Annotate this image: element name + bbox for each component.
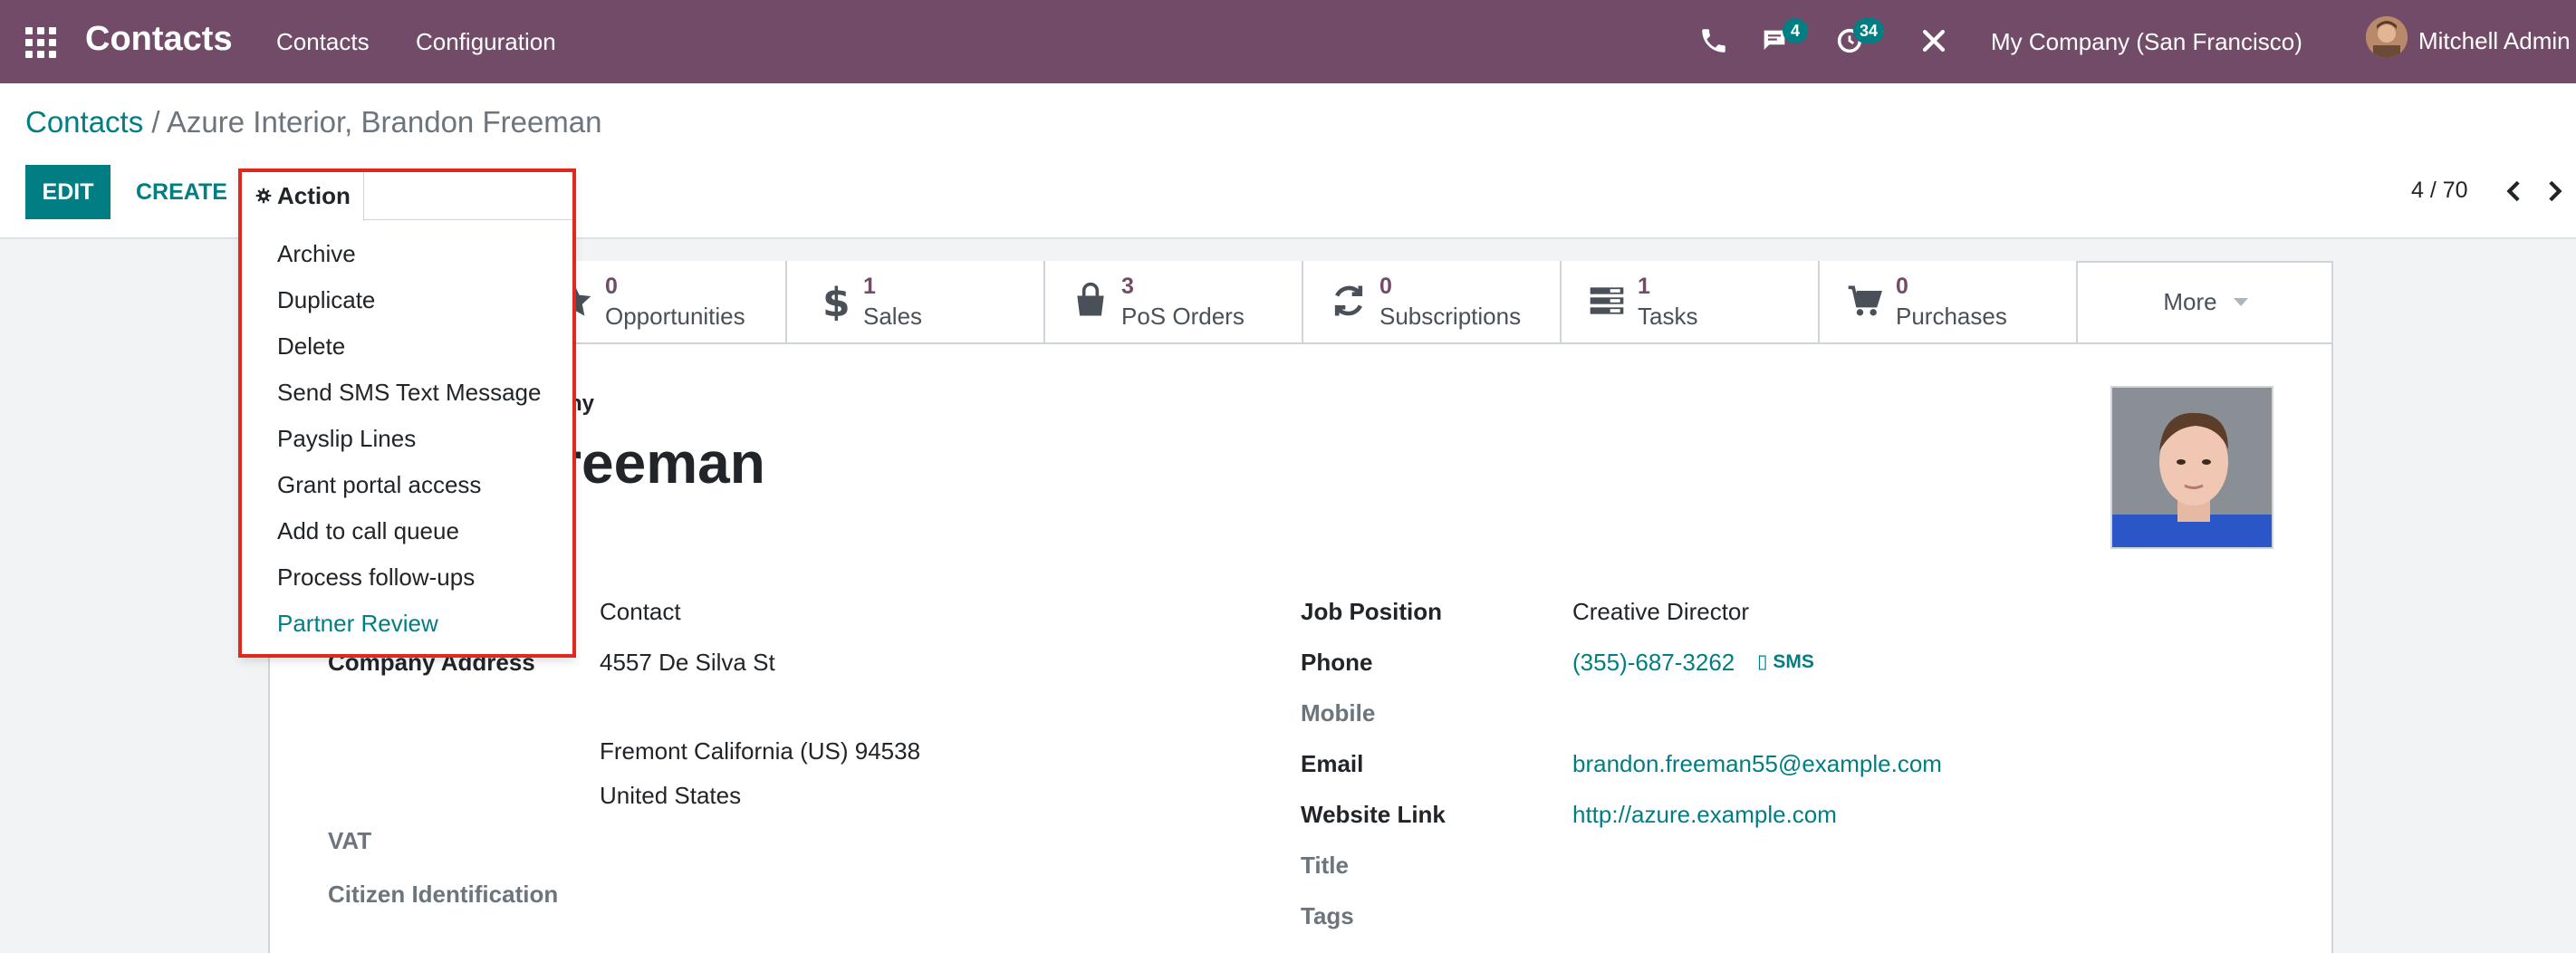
menu-item-send-sms[interactable]: Send SMS Text Message xyxy=(277,379,541,407)
tags-label: Tags xyxy=(1301,902,1354,929)
activities-badge: 34 xyxy=(1853,18,1885,43)
app-name[interactable]: Contacts xyxy=(85,20,233,59)
subscriptions-label: Subscriptions xyxy=(1379,303,1522,330)
user-avatar[interactable] xyxy=(2366,16,2408,58)
company-switcher[interactable]: My Company (San Francisco) xyxy=(1991,28,2302,56)
svg-text:$: $ xyxy=(822,281,851,321)
tasks-icon xyxy=(1590,287,1624,314)
job-position-label: Job Position xyxy=(1301,598,1442,625)
gear-icon xyxy=(255,188,272,204)
opportunities-count: 0 xyxy=(605,274,618,299)
tasks-label: Tasks xyxy=(1638,303,1698,330)
website-link-label: Website Link xyxy=(1301,801,1446,828)
email-label: Email xyxy=(1301,750,1364,777)
subscriptions-smart-button[interactable]: 0 Subscriptions xyxy=(1302,261,1560,342)
menu-item-payslip-lines[interactable]: Payslip Lines xyxy=(277,425,416,453)
website-link-value[interactable]: http://azure.example.com xyxy=(1572,801,1837,829)
mobile-label: Mobile xyxy=(1301,699,1376,727)
tools-icon[interactable] xyxy=(1918,25,1949,56)
caret-down-icon xyxy=(2233,297,2248,306)
opportunities-label: Opportunities xyxy=(605,303,745,330)
menu-item-archive[interactable]: Archive xyxy=(277,240,356,268)
pager-previous-icon[interactable] xyxy=(2502,178,2527,205)
send-sms-button[interactable]: ▯ SMS xyxy=(1757,650,1814,673)
sales-smart-button[interactable]: $ 1 Sales xyxy=(785,261,1043,342)
menu-item-partner-review[interactable]: Partner Review xyxy=(277,610,438,638)
action-label: Action xyxy=(277,181,351,209)
street-value[interactable]: 4557 De Silva St xyxy=(600,649,775,677)
purchases-count: 0 xyxy=(1896,274,1908,299)
citizen-identification-label: Citizen Identification xyxy=(328,881,559,908)
purchases-smart-button[interactable]: 0 Purchases xyxy=(1818,261,2076,342)
dollar-icon: $ xyxy=(822,281,851,321)
country-value[interactable]: United States xyxy=(600,782,741,810)
dropdown-divider xyxy=(364,219,573,220)
menu-item-duplicate[interactable]: Duplicate xyxy=(277,286,375,314)
purchases-label: Purchases xyxy=(1896,303,2007,330)
city-state-zip-value[interactable]: Fremont California (US) 94538 xyxy=(600,737,920,765)
smart-button-box: 0 Opportunities $ 1 Sales 3 PoS Orders 0… xyxy=(268,261,2333,344)
vat-label: VAT xyxy=(328,827,372,854)
shopping-bag-icon xyxy=(1077,282,1104,316)
breadcrumb-separator: / xyxy=(143,105,167,139)
top-navbar: Contacts Contacts Configuration 4 34 My … xyxy=(0,0,2576,83)
email-value[interactable]: brandon.freeman55@example.com xyxy=(1572,750,1942,778)
more-label: More xyxy=(2163,287,2217,315)
menu-item-add-to-call-queue[interactable]: Add to call queue xyxy=(277,517,459,545)
breadcrumb-contacts-link[interactable]: Contacts xyxy=(25,105,143,139)
more-button[interactable]: More xyxy=(2076,261,2333,342)
menu-configuration[interactable]: Configuration xyxy=(416,28,556,56)
tasks-smart-button[interactable]: 1 Tasks xyxy=(1560,261,1818,342)
breadcrumb-current: Azure Interior, Brandon Freeman xyxy=(166,105,602,139)
refresh-icon xyxy=(1334,285,1363,316)
job-position-value[interactable]: Creative Director xyxy=(1572,598,1749,626)
create-button[interactable]: CREATE xyxy=(123,165,240,219)
phone-icon[interactable] xyxy=(1698,25,1729,56)
sales-label: Sales xyxy=(863,303,923,330)
title-label: Title xyxy=(1301,852,1349,879)
menu-item-grant-portal-access[interactable]: Grant portal access xyxy=(277,471,481,499)
pager-next-icon[interactable] xyxy=(2542,178,2567,205)
apps-menu-icon[interactable] xyxy=(25,27,56,58)
phone-label: Phone xyxy=(1301,649,1373,676)
sales-count: 1 xyxy=(863,274,876,299)
pager-value[interactable]: 4 / 70 xyxy=(2411,178,2468,204)
tasks-count: 1 xyxy=(1638,274,1650,299)
sms-label: SMS xyxy=(1773,651,1814,672)
menu-item-delete[interactable]: Delete xyxy=(277,332,345,361)
cart-icon xyxy=(1848,285,1882,316)
action-dropdown-toggle[interactable]: Action xyxy=(243,170,364,221)
partner-photo[interactable] xyxy=(2110,386,2273,549)
user-name[interactable]: Mitchell Admin xyxy=(2418,27,2571,55)
edit-button[interactable]: EDIT xyxy=(25,165,111,219)
contact-type-value[interactable]: Contact xyxy=(600,598,681,626)
breadcrumb: Contacts / Azure Interior, Brandon Freem… xyxy=(25,105,602,140)
mobile-icon: ▯ xyxy=(1757,651,1768,672)
pos-orders-label: PoS Orders xyxy=(1121,303,1245,330)
pos-orders-smart-button[interactable]: 3 PoS Orders xyxy=(1043,261,1302,342)
messages-badge: 4 xyxy=(1783,18,1808,43)
menu-contacts[interactable]: Contacts xyxy=(276,28,370,56)
pos-orders-count: 3 xyxy=(1121,274,1134,299)
menu-item-process-follow-ups[interactable]: Process follow-ups xyxy=(277,563,475,592)
phone-value[interactable]: (355)-687-3262 xyxy=(1572,649,1735,677)
subscriptions-count: 0 xyxy=(1379,274,1392,299)
